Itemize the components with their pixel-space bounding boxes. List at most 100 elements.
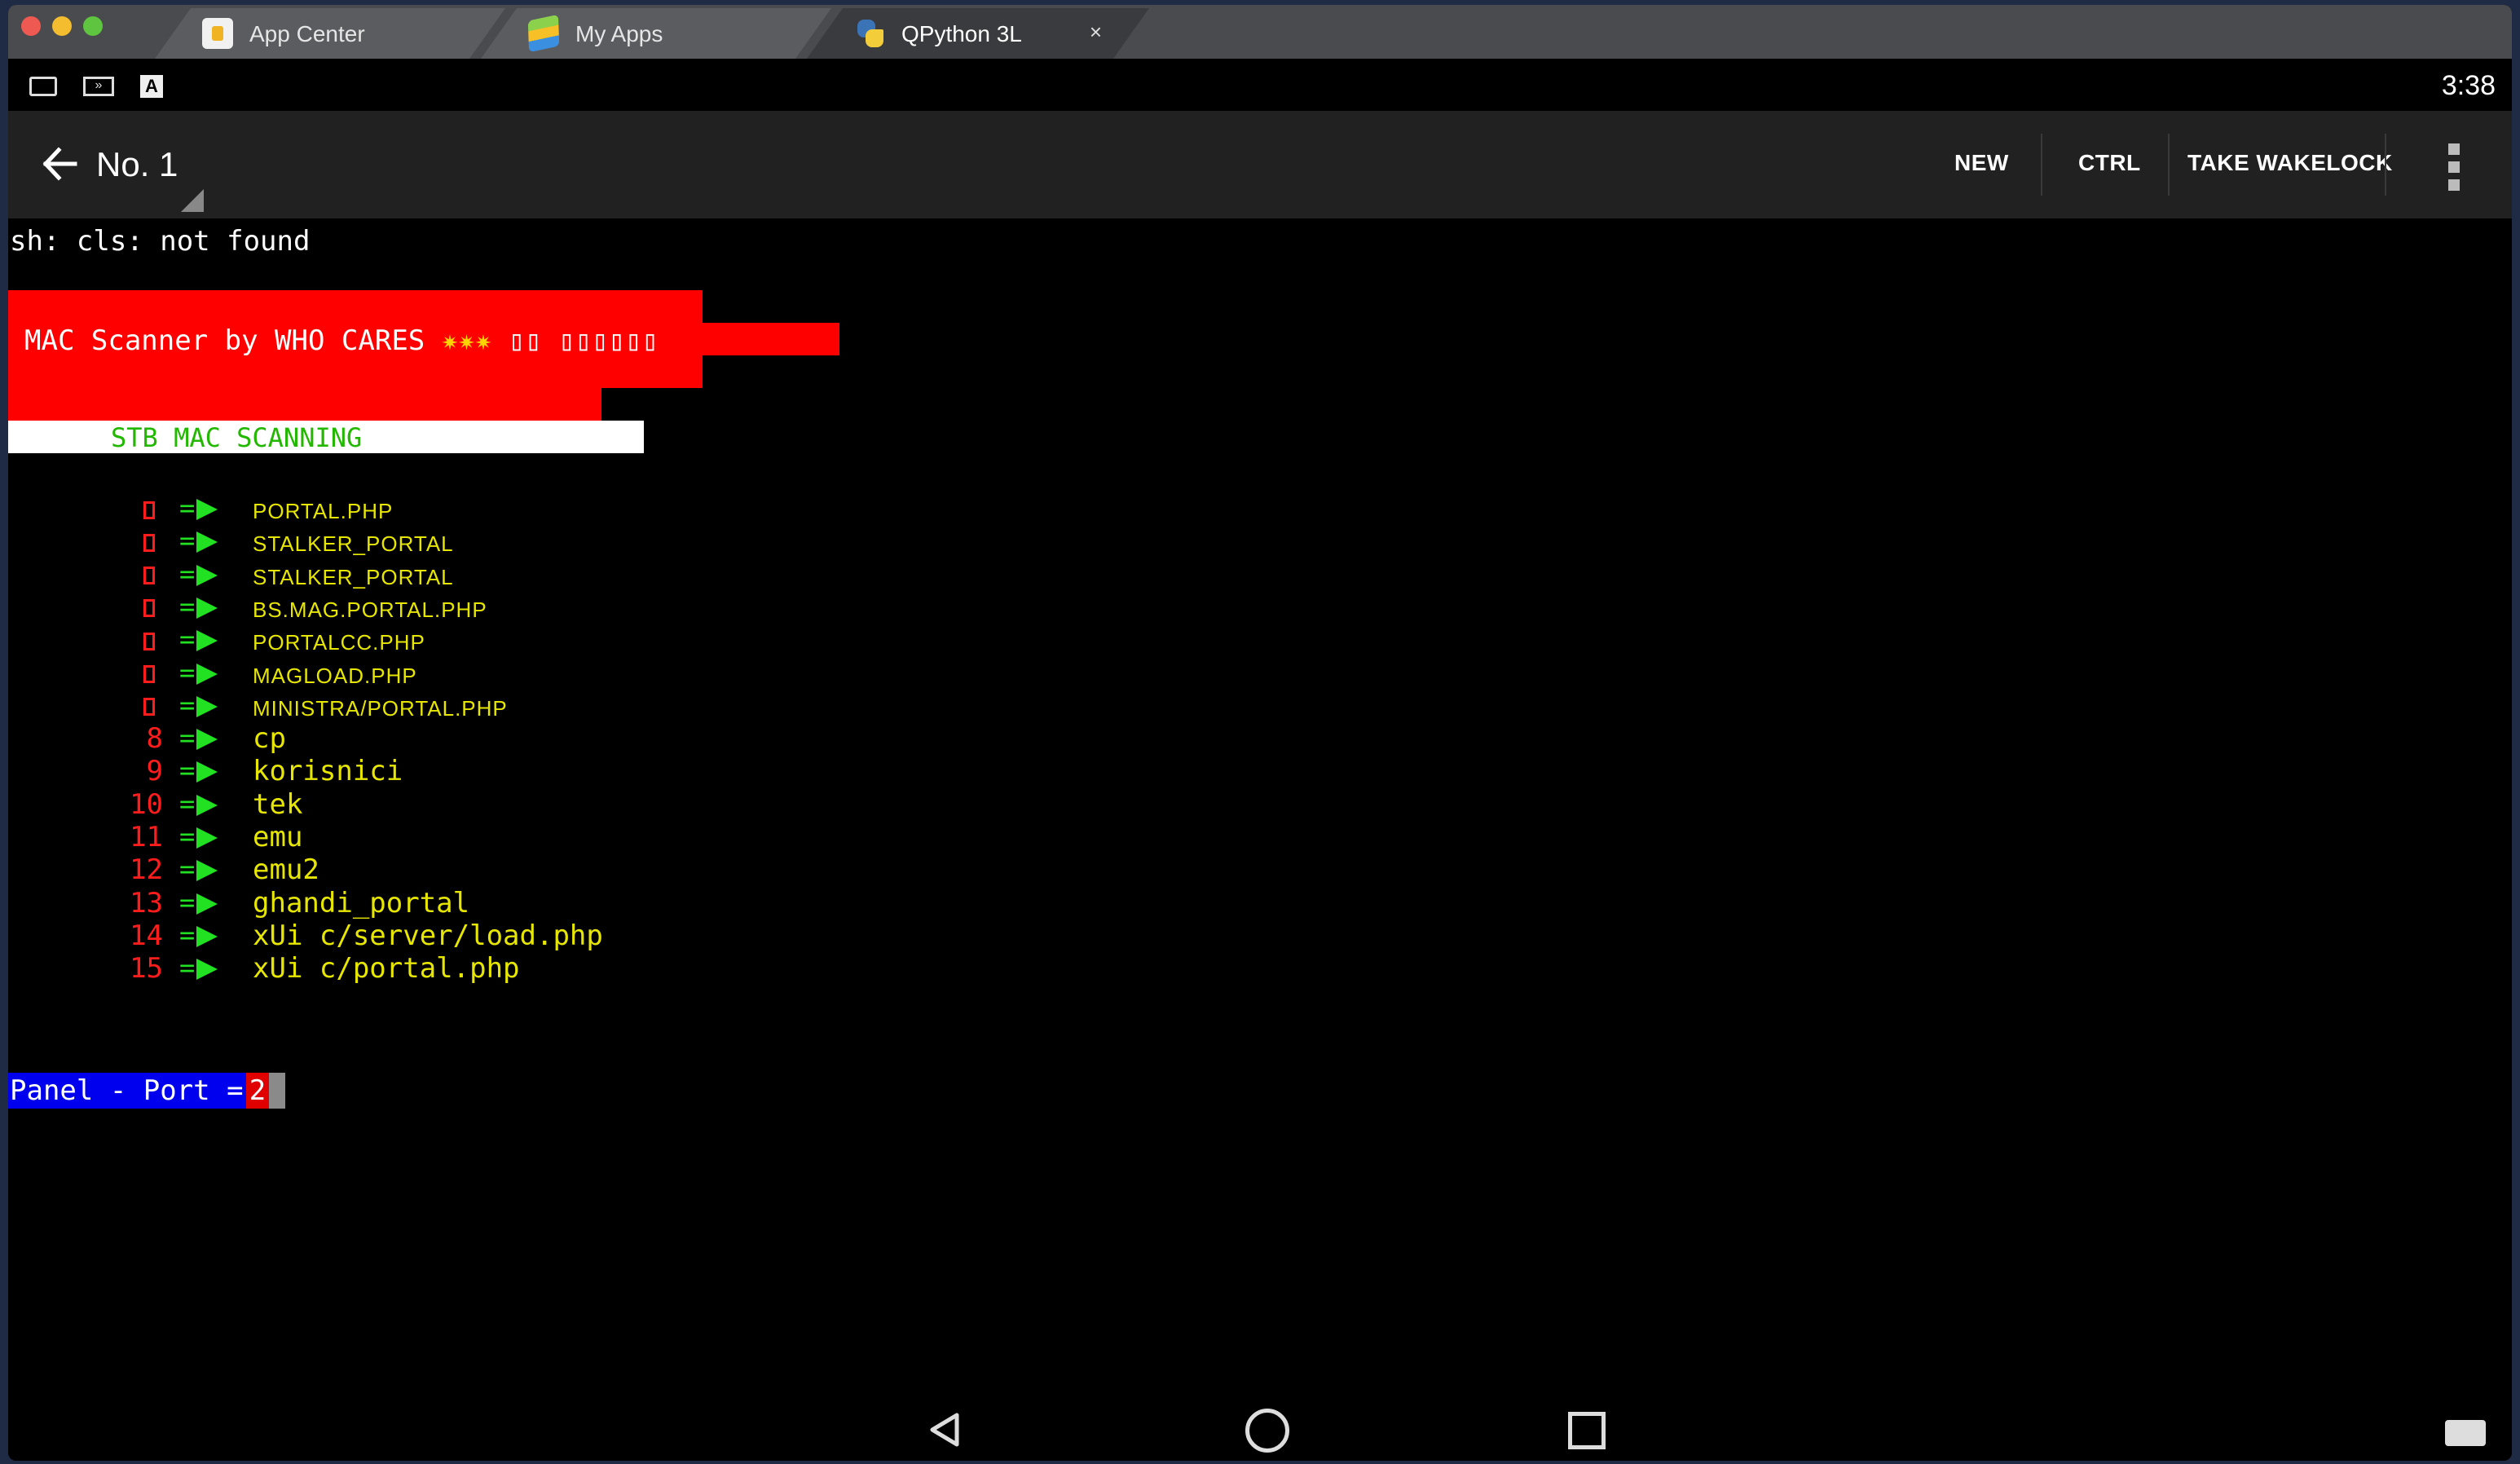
menu-arrow: = <box>179 558 218 589</box>
ctrl-button[interactable]: CTRL <box>2078 150 2141 176</box>
arrow-equals: = <box>179 656 196 688</box>
keyboard-icon <box>29 77 57 96</box>
missing-glyph-icon <box>143 500 155 519</box>
arrow-equals: = <box>179 886 196 918</box>
menu-arrow: = <box>179 952 218 983</box>
play-arrow-icon <box>196 499 218 520</box>
missing-glyph-icon <box>143 665 155 683</box>
banner-garbled-text: ▯▯ ▯▯▯▯▯▯ <box>508 324 659 357</box>
menu-item-number <box>8 690 163 722</box>
menu-arrow: = <box>179 591 218 622</box>
session-title[interactable]: No. 1 <box>96 145 178 184</box>
menu-item-label: ghandi_portal <box>253 886 470 919</box>
close-window-button[interactable] <box>21 16 41 36</box>
minimize-window-button[interactable] <box>52 16 72 36</box>
menu-item-number: 8 <box>146 722 163 756</box>
menu-item-number: 12 <box>130 853 163 887</box>
tab-label: My Apps <box>575 21 663 46</box>
play-arrow-icon <box>196 695 218 717</box>
tab-qpython[interactable]: QPython 3L × <box>807 8 1149 59</box>
menu-arrow: = <box>179 887 218 918</box>
terminal-icon: » <box>83 77 114 96</box>
missing-glyph-icon <box>143 632 155 650</box>
menu-item-label: xUi c/server/load.php <box>253 919 603 952</box>
arrow-equals: = <box>179 590 196 622</box>
divider <box>2385 134 2386 196</box>
missing-glyph-icon <box>143 533 155 552</box>
arrow-equals: = <box>179 787 196 819</box>
menu-arrow: = <box>179 722 218 753</box>
nav-recents-icon[interactable] <box>1568 1412 1606 1449</box>
menu-arrow: = <box>179 755 218 786</box>
menu-arrow: = <box>179 525 218 556</box>
stars-icon: ✷✷✷ <box>441 324 492 357</box>
keyboard-toggle-icon[interactable] <box>2445 1420 2486 1446</box>
menu-item-label: emu2 <box>253 853 319 887</box>
prompt-input-value[interactable]: 2 <box>246 1073 269 1109</box>
new-button[interactable]: NEW <box>1954 150 2009 176</box>
play-arrow-icon <box>196 761 218 783</box>
terminal-output[interactable]: sh: cls: not found MAC Scanner by WHO CA… <box>8 218 2512 1400</box>
error-line: sh: cls: not found <box>10 225 311 258</box>
menu-item-label: PORTAL.PHP <box>253 499 394 523</box>
arrow-equals: = <box>179 525 196 557</box>
arrow-equals: = <box>179 755 196 787</box>
tab-app-center[interactable]: App Center <box>155 8 505 59</box>
play-arrow-icon <box>196 597 218 619</box>
arrow-equals: = <box>179 853 196 885</box>
play-arrow-icon <box>196 531 218 553</box>
menu-arrow: = <box>179 690 218 721</box>
menu-arrow: = <box>179 821 218 852</box>
play-arrow-icon <box>196 729 218 751</box>
nav-back-icon[interactable] <box>924 1409 967 1451</box>
banner-background-extension <box>703 323 839 355</box>
divider <box>2168 134 2170 196</box>
menu-item-label: xUi c/portal.php <box>253 952 520 986</box>
menu-item-number: 11 <box>130 821 163 853</box>
menu-item-number <box>8 657 163 690</box>
qpython-icon <box>854 18 885 49</box>
arrow-equals: = <box>179 821 196 852</box>
close-tab-icon[interactable]: × <box>1090 20 1102 45</box>
take-wakelock-button[interactable]: TAKE WAKELOCK <box>2187 150 2393 176</box>
back-arrow-icon[interactable] <box>39 143 80 184</box>
play-arrow-icon <box>196 663 218 685</box>
arrow-equals: = <box>179 558 196 589</box>
text-cursor <box>269 1073 285 1109</box>
menu-item-number <box>8 558 163 591</box>
menu-item-number: 10 <box>130 787 163 821</box>
missing-glyph-icon <box>143 567 155 585</box>
arrow-equals: = <box>179 624 196 655</box>
tab-my-apps[interactable]: My Apps <box>481 8 831 59</box>
menu-item-label: emu <box>253 821 303 853</box>
nav-home-icon[interactable] <box>1245 1409 1289 1453</box>
menu-item-label: korisnici <box>253 755 403 788</box>
menu-arrow: = <box>179 919 218 950</box>
menu-item-number <box>8 525 163 558</box>
scan-header: STB MAC SCANNING <box>111 422 363 453</box>
menu-item-label: STALKER_PORTAL <box>253 531 454 557</box>
prompt-label: Panel - Port = <box>8 1073 252 1109</box>
tab-bar: App Center My Apps QPython 3L × <box>8 5 2512 59</box>
banner-background-lower <box>8 388 601 421</box>
tab-label: QPython 3L <box>901 21 1022 46</box>
action-bar: No. 1 NEW CTRL TAKE WAKELOCK <box>8 111 2512 218</box>
menu-item-number <box>8 591 163 624</box>
menu-item-number: 14 <box>130 919 163 952</box>
divider <box>2041 134 2042 196</box>
play-arrow-icon <box>196 959 218 981</box>
dropdown-corner-icon[interactable] <box>181 189 204 212</box>
overflow-menu-icon[interactable] <box>2448 143 2460 192</box>
letter-a-icon: A <box>140 75 163 98</box>
menu-item-label: MINISTRA/PORTAL.PHP <box>253 695 508 721</box>
port-prompt[interactable]: Panel - Port = 2 <box>8 1073 285 1109</box>
play-arrow-icon <box>196 893 218 915</box>
play-arrow-icon <box>196 630 218 652</box>
menu-arrow: = <box>179 853 218 884</box>
menu-item-label: MAGLOAD.PHP <box>253 663 417 688</box>
my-apps-icon <box>528 15 560 52</box>
status-clock: 3:38 <box>2441 70 2496 101</box>
zoom-window-button[interactable] <box>83 16 103 36</box>
menu-item-number <box>8 492 163 525</box>
menu-item-number: 9 <box>146 755 163 788</box>
